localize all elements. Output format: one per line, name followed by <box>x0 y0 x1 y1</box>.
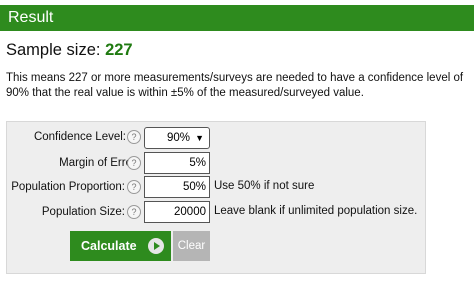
margin-help-icon[interactable]: ? <box>127 156 141 170</box>
population-proportion-row: Population Proportion: <box>0 178 125 200</box>
calculate-button-label: Calculate <box>81 239 137 253</box>
margin-of-error-row: Margin of Error: <box>0 154 139 176</box>
sample-size-label: Sample size: <box>6 41 101 59</box>
result-description: This means 227 or more measurements/surv… <box>6 72 464 99</box>
population-size-row: Population Size: <box>0 203 125 225</box>
population-proportion-label: Population Proportion: <box>11 181 125 193</box>
population-size-hint: Leave blank if unlimited population size… <box>214 205 418 217</box>
result-header-title: Result <box>8 9 54 26</box>
result-header: Result <box>0 5 474 31</box>
sample-size-line: Sample size: 227 <box>6 41 133 60</box>
confidence-level-label: Confidence Level: <box>33 131 126 143</box>
size-help-icon[interactable]: ? <box>127 205 141 219</box>
clear-button[interactable]: Clear <box>173 231 210 261</box>
proportion-help-icon[interactable]: ? <box>127 180 141 194</box>
help-icon[interactable]: ? <box>127 130 141 144</box>
margin-of-error-input[interactable]: 5% <box>144 152 210 174</box>
calculate-button[interactable]: Calculate <box>70 231 171 261</box>
play-circle-icon <box>148 238 164 254</box>
chevron-down-icon: ▼ <box>195 133 204 143</box>
population-proportion-input[interactable]: 50% <box>144 176 210 198</box>
sample-size-value: 227 <box>105 41 133 59</box>
confidence-level-value: 90% <box>167 132 191 144</box>
confidence-level-select[interactable]: 90% ▼ <box>144 127 210 149</box>
population-size-input[interactable]: 20000 <box>144 201 210 223</box>
confidence-level-row: Confidence Level: <box>0 128 126 150</box>
population-size-label: Population Size: <box>41 206 125 218</box>
population-proportion-hint: Use 50% if not sure <box>214 180 315 192</box>
